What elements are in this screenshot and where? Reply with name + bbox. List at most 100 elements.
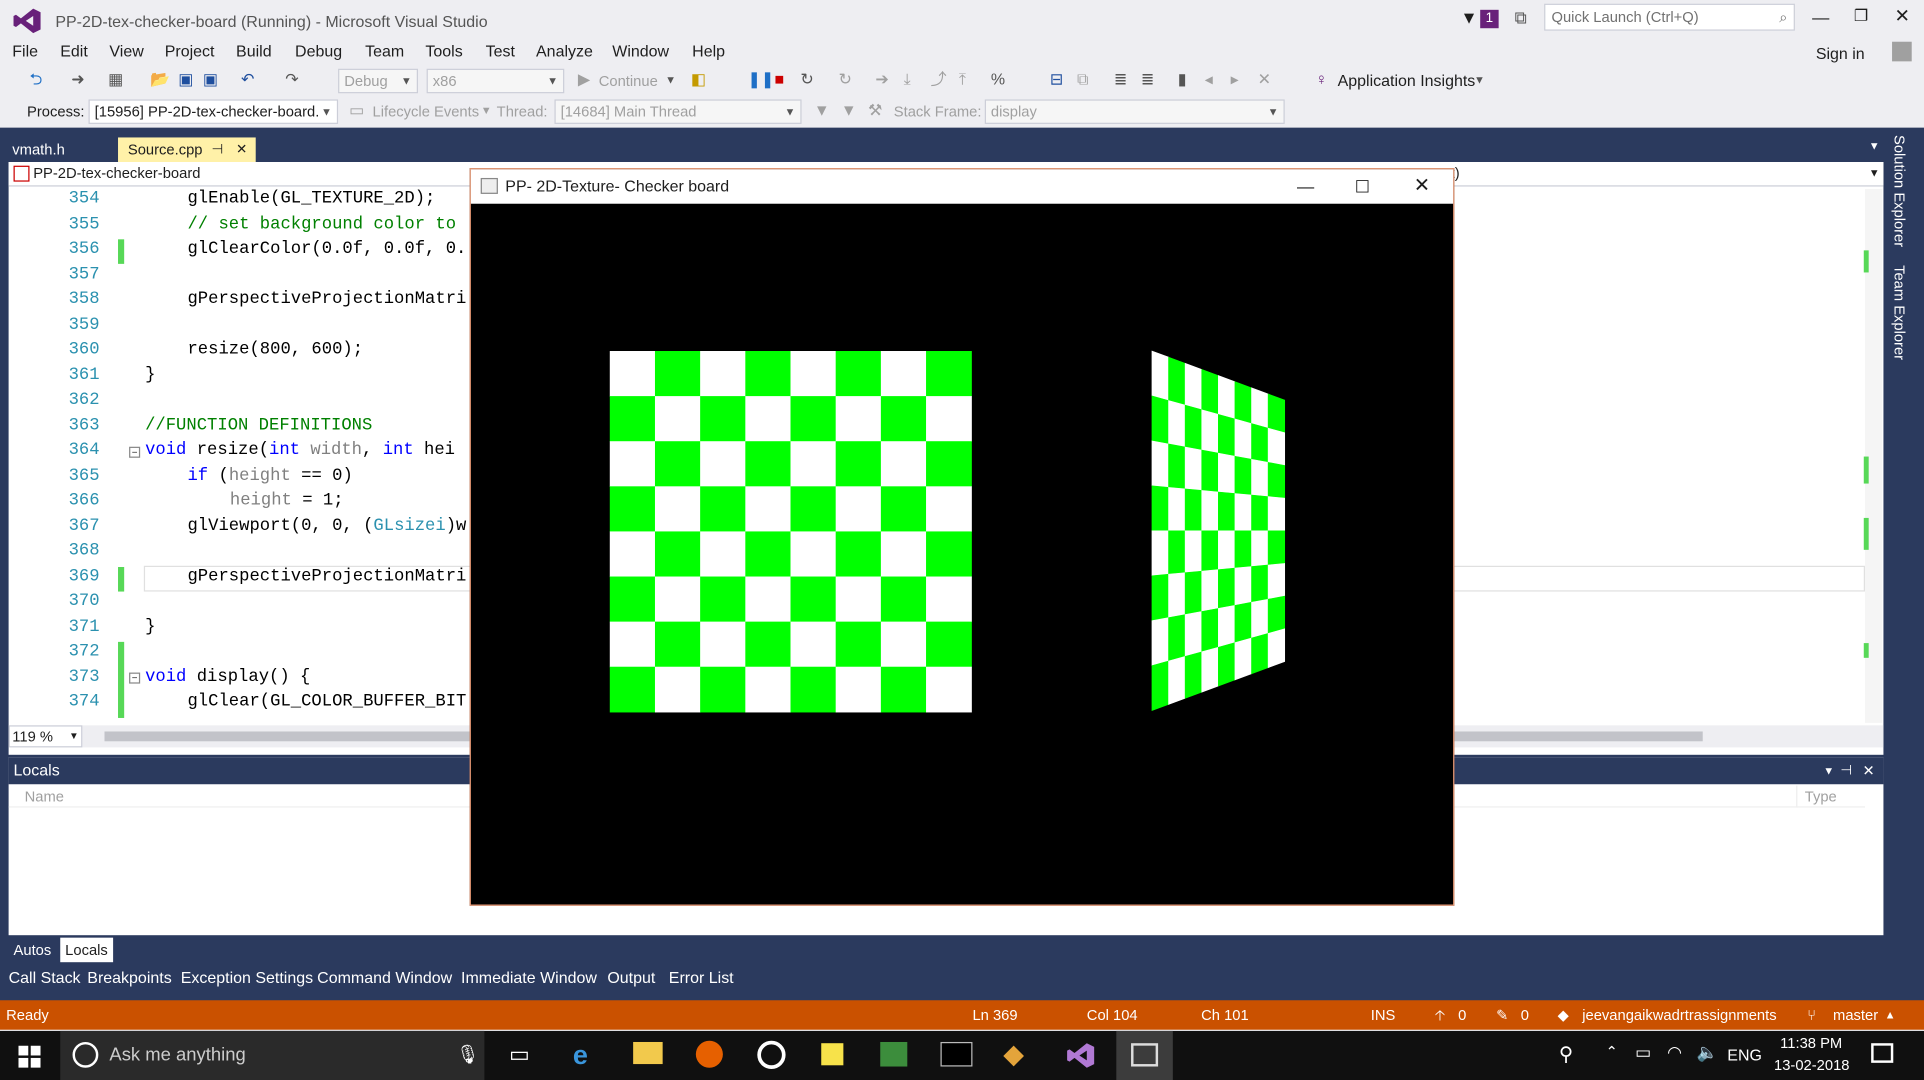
chevron-up-icon[interactable]: ▲ bbox=[1885, 1000, 1896, 1029]
column-type[interactable]: Type bbox=[1796, 785, 1837, 808]
git-app-icon[interactable]: ◆ bbox=[1003, 1038, 1024, 1070]
collapse-icon[interactable]: − bbox=[129, 446, 141, 458]
continue-icon[interactable]: ▶ bbox=[578, 66, 590, 93]
menu-view[interactable]: View bbox=[109, 42, 143, 60]
menu-project[interactable]: Project bbox=[165, 42, 215, 60]
flag-thread-icon[interactable]: ▼ bbox=[814, 97, 830, 124]
microphone-icon[interactable]: 🎙 bbox=[456, 1043, 479, 1065]
code-line[interactable]: } bbox=[145, 617, 155, 637]
lightbulb-icon[interactable]: ♀ bbox=[1315, 66, 1327, 93]
tool-tab-exception-settings[interactable]: Exception Settings bbox=[181, 966, 313, 991]
windows-start-icon[interactable] bbox=[18, 1045, 41, 1068]
process-select[interactable]: [15956] PP-2D-tex-checker-board. ▼ bbox=[88, 99, 339, 124]
code-line[interactable]: glClearColor(0.0f, 0.0f, 0. bbox=[187, 239, 466, 259]
code-line[interactable]: void resize(int width, int hei bbox=[145, 441, 455, 461]
firefox-icon[interactable] bbox=[695, 1040, 723, 1068]
new-project-icon[interactable]: ▦ bbox=[108, 66, 123, 93]
stack-frame-select[interactable]: display ▼ bbox=[984, 99, 1285, 124]
tool-tab-output[interactable]: Output bbox=[607, 966, 655, 991]
solution-explorer-tab[interactable]: Solution Explorer bbox=[1891, 135, 1908, 247]
tab-autos[interactable]: Autos bbox=[9, 938, 57, 963]
avatar[interactable] bbox=[1892, 41, 1912, 62]
comment-icon[interactable]: ≣ bbox=[1141, 66, 1154, 93]
chevron-up-icon[interactable]: ⌃ bbox=[1606, 1043, 1618, 1060]
column-name[interactable]: Name bbox=[25, 788, 64, 805]
outdent-icon[interactable]: ≣ bbox=[1114, 66, 1127, 93]
target-icon[interactable]: ◧ bbox=[691, 66, 706, 93]
code-line[interactable]: //FUNCTION DEFINITIONS bbox=[145, 415, 372, 435]
minimize-icon[interactable]: — bbox=[1297, 169, 1314, 203]
undo-icon[interactable]: ↶ bbox=[241, 66, 254, 93]
menu-file[interactable]: File bbox=[12, 42, 38, 60]
tool-tab-immediate-window[interactable]: Immediate Window bbox=[461, 966, 597, 991]
notification-badge[interactable]: 1 bbox=[1480, 9, 1499, 29]
tab-locals[interactable]: Locals bbox=[60, 937, 113, 963]
back-icon[interactable]: ⮌ bbox=[30, 66, 43, 93]
edge-icon[interactable]: e bbox=[573, 1040, 588, 1072]
code-line[interactable]: } bbox=[145, 365, 155, 385]
clear-bookmarks-icon[interactable]: ✕ bbox=[1258, 66, 1271, 93]
save-all-icon[interactable]: ▣ bbox=[203, 66, 218, 93]
collapse-icon[interactable]: − bbox=[129, 672, 141, 684]
tool-tab-breakpoints[interactable]: Breakpoints bbox=[87, 966, 171, 991]
tab-source-cpp[interactable]: Source.cpp ⊣ ✕ bbox=[118, 137, 256, 163]
project-dropdown-label[interactable]: PP-2D-tex-checker-board bbox=[33, 164, 200, 181]
chevron-down-icon[interactable]: ▼ bbox=[665, 66, 676, 93]
command-prompt-icon[interactable] bbox=[940, 1041, 973, 1067]
battery-icon[interactable]: ▭ bbox=[1635, 1042, 1651, 1063]
application-insights-button[interactable]: Application Insights bbox=[1338, 69, 1476, 94]
menu-window[interactable]: Window bbox=[612, 42, 669, 60]
platform-select[interactable]: x86 ▼ bbox=[426, 68, 565, 94]
minimize-icon[interactable]: — bbox=[1812, 7, 1829, 27]
code-line[interactable]: glClear(GL_COLOR_BUFFER_BIT bbox=[187, 692, 466, 712]
menu-tools[interactable]: Tools bbox=[425, 42, 462, 60]
menu-build[interactable]: Build bbox=[236, 42, 272, 60]
code-line[interactable]: height = 1; bbox=[230, 491, 344, 511]
menu-help[interactable]: Help bbox=[692, 42, 725, 60]
chevron-down-icon[interactable]: ▼ bbox=[1869, 140, 1880, 152]
menu-edit[interactable]: Edit bbox=[60, 42, 88, 60]
stop-icon[interactable]: ■ bbox=[775, 66, 785, 93]
status-branch[interactable]: master bbox=[1833, 1000, 1878, 1029]
clock-date[interactable]: 13-02-2018 bbox=[1774, 1057, 1849, 1074]
step-back-icon[interactable]: ⤒ bbox=[959, 66, 966, 93]
running-app-button[interactable] bbox=[1116, 1030, 1173, 1080]
solution-config-select[interactable]: Debug ▼ bbox=[338, 68, 418, 94]
close-tab-icon[interactable]: ✕ bbox=[236, 137, 247, 162]
code-line[interactable]: glViewport(0, 0, (GLsizei)w bbox=[187, 516, 466, 536]
spreadsheet-icon[interactable] bbox=[880, 1041, 908, 1067]
feedback-icon[interactable]: ⧉ bbox=[1515, 7, 1527, 28]
step-over-icon[interactable]: ⤓ bbox=[904, 66, 911, 93]
show-next-statement-icon[interactable]: ↻ bbox=[838, 66, 851, 93]
language-indicator[interactable]: ENG bbox=[1727, 1046, 1762, 1064]
code-line[interactable]: void display() { bbox=[145, 667, 310, 687]
app-window-checker-board[interactable]: PP- 2D-Texture- Checker board — ☐ ✕ bbox=[469, 168, 1455, 906]
redo-icon[interactable]: ↷ bbox=[285, 66, 298, 93]
pin-icon[interactable]: ⊣ bbox=[211, 137, 223, 162]
step-out-icon[interactable]: ⤴ bbox=[931, 66, 947, 93]
chevron-down-icon[interactable]: ▼ bbox=[481, 97, 492, 124]
save-icon[interactable]: ▣ bbox=[178, 66, 193, 93]
zoom-select[interactable]: 119 % ▼ bbox=[8, 725, 83, 748]
pause-icon[interactable]: ❚❚ bbox=[747, 66, 774, 93]
menu-analyze[interactable]: Analyze bbox=[536, 42, 593, 60]
restart-icon[interactable]: ↻ bbox=[800, 66, 813, 93]
visual-studio-taskbar-icon[interactable] bbox=[1066, 1042, 1096, 1069]
close-icon[interactable]: ✕ bbox=[1895, 5, 1910, 27]
menu-debug[interactable]: Debug bbox=[295, 42, 342, 60]
code-line[interactable]: glEnable(GL_TEXTURE_2D); bbox=[187, 189, 435, 209]
code-line[interactable]: // set background color to bbox=[187, 214, 456, 234]
quick-launch-input[interactable]: Quick Launch (Ctrl+Q) ⌕ bbox=[1544, 3, 1795, 31]
tool-tab-call-stack[interactable]: Call Stack bbox=[9, 966, 81, 991]
prev-bookmark-icon[interactable]: ◂ bbox=[1205, 66, 1213, 93]
task-view-icon[interactable]: ▭ bbox=[509, 1042, 530, 1068]
thread-select[interactable]: [14684] Main Thread ▼ bbox=[554, 99, 802, 124]
code-line[interactable]: resize(800, 600); bbox=[187, 340, 363, 360]
modules-icon[interactable]: ⧉ bbox=[1077, 66, 1088, 93]
flag-all-icon[interactable]: ▼ bbox=[841, 97, 857, 124]
chevron-down-icon[interactable]: ▼ bbox=[1474, 66, 1485, 93]
thread-tools-icon[interactable]: ⚒ bbox=[868, 97, 882, 124]
app-window-titlebar[interactable]: PP- 2D-Texture- Checker board — ☐ ✕ bbox=[470, 169, 1454, 204]
tool-tab-command-window[interactable]: Command Window bbox=[317, 966, 452, 991]
menu-test[interactable]: Test bbox=[486, 42, 515, 60]
